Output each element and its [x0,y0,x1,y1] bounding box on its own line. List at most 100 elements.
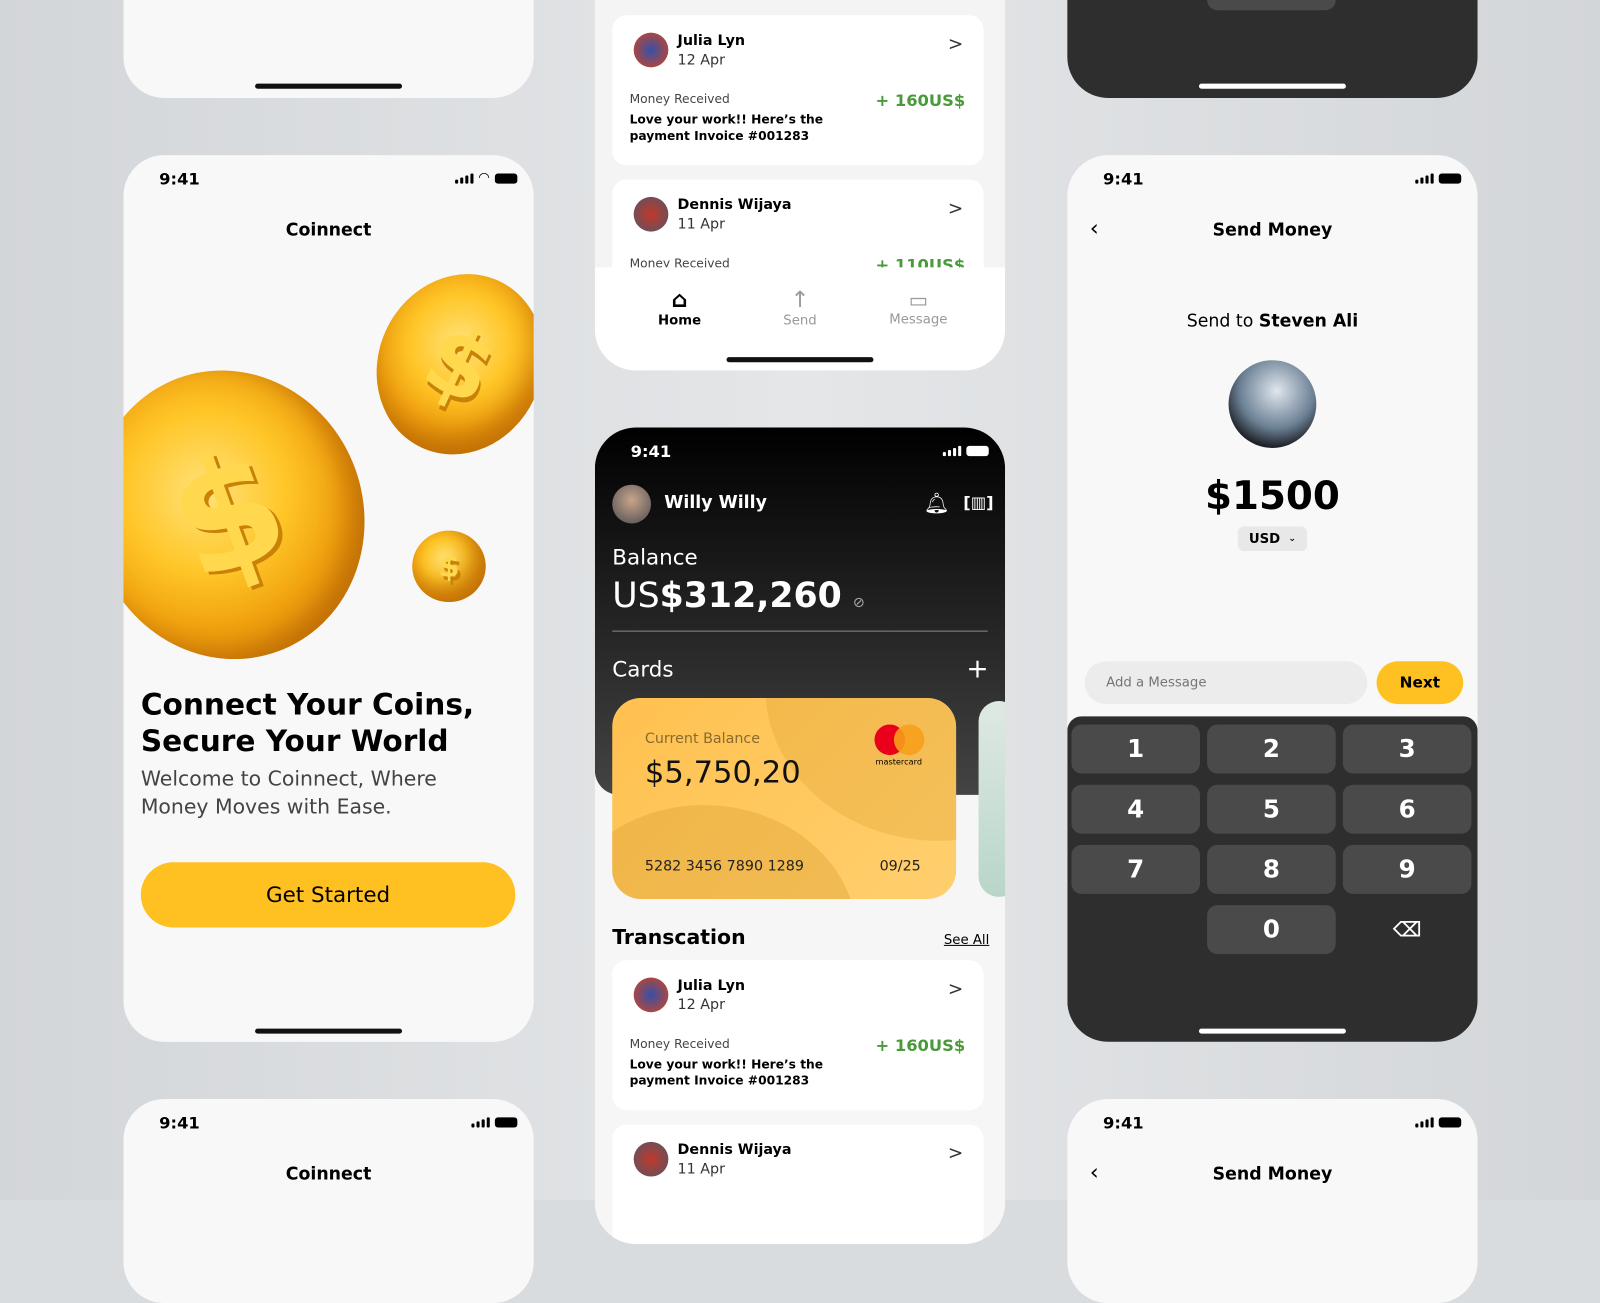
status-icons [1415,173,1462,184]
balance-label: Balance [612,544,698,570]
key-0[interactable]: 0 [1207,905,1336,955]
add-card-icon[interactable]: + [966,654,988,685]
transaction-date: 12 Apr [677,996,725,1014]
subtitle: Welcome to Coinnect, Where Money Moves w… [140,766,437,819]
key-4[interactable]: 4 [1071,784,1200,834]
balance-prefix: US [612,575,660,617]
message-icon: ▭ [908,287,929,313]
numeric-keypad: 1 2 3 4 5 6 7 8 9 0 ⌫ [1067,716,1478,1042]
backspace-icon[interactable]: ⌫ [1343,905,1472,954]
get-started-button[interactable]: Get Started [140,862,516,928]
credit-card[interactable]: Current Balance $5,750,20 mastercard 528… [612,697,957,899]
send-money-screen: 9:41 ‹ Send Money Send to Steven Ali $15… [1067,155,1478,1042]
transaction-message: Love your work!! Here’s the payment Invo… [629,112,824,143]
home-icon: ⌂ [671,287,688,314]
transaction-date: 11 Apr [677,216,725,233]
transaction-type: Money Received [629,1036,730,1052]
design-showcase: 9:41 ◠ Coinnect $ $ $ Connect Your Coins… [0,0,1600,1303]
chevron-down-icon: ⌄ [1288,533,1297,544]
chevron-right-icon: > [947,1142,964,1165]
chevron-right-icon: > [947,978,964,1000]
bottom-nav: ⌂ Home ↑ Send ▭ Message [594,267,1006,371]
key-9[interactable]: 9 [1342,844,1472,894]
coin-medium-illustration: $ [347,246,534,483]
avatar [633,32,669,68]
user-name: Willy Willy [664,492,767,514]
screen-title: Send Money [1212,220,1333,241]
nav-label: Message [889,312,948,328]
key-2[interactable]: 2 [1207,724,1336,774]
key-8[interactable]: 8 [1207,844,1336,894]
nav-label: Home [658,313,702,329]
avatar [633,977,669,1013]
chevron-right-icon: > [947,33,964,56]
transaction-card[interactable]: Julia Lyn 12 Apr > Money Received Love y… [612,15,984,166]
status-icons [942,445,989,457]
home-indicator [726,357,874,363]
status-time: 9:41 [1103,1113,1144,1133]
mastercard-logo-circle [893,724,925,756]
recipient-avatar [1228,360,1317,448]
key-5[interactable]: 5 [1207,784,1336,834]
onboarding-screen: 9:41 ◠ Coinnect $ $ $ Connect Your Coins… [123,155,534,1042]
avatar [633,1141,669,1177]
transaction-message: Love your work!! Here’s the payment Invo… [629,1057,824,1088]
balance-value: $312,260 [659,575,842,617]
user-avatar[interactable] [612,484,652,524]
card-amount: $5,750,20 [644,755,801,791]
card-decoration [612,805,858,899]
transaction-amount: + 160US$ [875,90,966,111]
next-button[interactable]: Next [1376,661,1464,705]
see-all-link[interactable]: See All [944,933,989,948]
barcode-scan-icon[interactable]: [▥] [963,493,993,512]
chevron-right-icon: > [947,197,964,220]
key-1[interactable]: 1 [1071,724,1200,774]
status-icons: ◠ [454,171,518,185]
eye-off-icon[interactable]: ⊘ [853,595,865,611]
cards-label: Cards [612,657,674,682]
transaction-card[interactable]: Dennis Wijaya 11 Apr > [612,1124,984,1244]
transaction-date: 11 Apr [677,1161,725,1178]
message-input[interactable] [1084,661,1368,705]
card-label: Current Balance [644,730,761,747]
transactions-title: Transcation [612,924,746,949]
home-screen: 9:41 Willy Willy 🔔︎ [▥] Balance US$312,2… [594,427,1006,1244]
card-number: 5282 3456 7890 1289 [644,858,804,875]
transaction-amount: + 160US$ [875,1035,966,1056]
send-screen-fragment-top [1067,0,1478,98]
transaction-type: Money Received [629,91,730,107]
bell-icon[interactable]: 🔔︎ [923,491,949,515]
transaction-name: Julia Lyn [677,32,746,49]
keypad-key[interactable] [1207,0,1336,11]
currency-value: USD [1248,531,1281,547]
home-indicator [255,83,403,89]
nav-send[interactable]: ↑ Send [759,288,841,329]
transaction-card[interactable]: Julia Lyn 12 Apr > Money Received Love y… [612,960,984,1111]
transaction-name: Dennis Wijaya [677,196,792,214]
divider [612,630,988,632]
nav-message[interactable]: ▭ Message [878,288,960,328]
card-brand: mastercard [875,757,922,767]
key-3[interactable]: 3 [1342,724,1472,774]
transaction-name: Julia Lyn [677,977,746,994]
headline: Connect Your Coins, Secure Your World [140,686,475,759]
home-indicator [1198,83,1346,89]
battery-icon [494,173,518,184]
status-time: 9:41 [159,1113,200,1133]
amount-display: $1500 [1204,473,1340,519]
status-icons [471,1117,518,1128]
arrow-up-icon: ↑ [790,287,810,314]
send-screen-fragment-bottom: 9:41 ‹ Send Money [1067,1098,1478,1303]
app-title: Coinnect [285,220,372,241]
signal-icon [454,173,474,184]
home-indicator [1198,1028,1346,1034]
status-icons [1415,1117,1462,1128]
next-card-peek[interactable] [978,701,1006,897]
onboarding-screen-fragment-bottom: 9:41 Coinnect [123,1098,534,1303]
key-6[interactable]: 6 [1342,784,1472,834]
nav-home[interactable]: ⌂ Home [639,288,721,329]
transaction-name: Dennis Wijaya [677,1141,792,1159]
send-to-prefix: Send to [1186,311,1254,332]
key-7[interactable]: 7 [1071,844,1200,894]
currency-select[interactable]: USD ⌄ [1237,526,1308,552]
